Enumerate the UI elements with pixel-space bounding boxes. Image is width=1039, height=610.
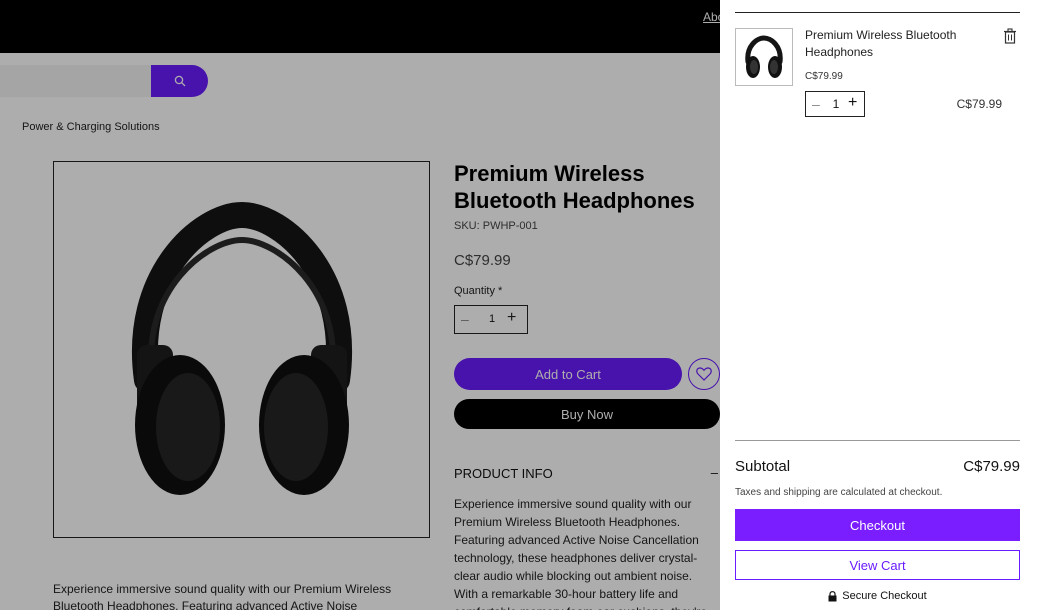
headphones-thumbnail — [745, 35, 783, 78]
subtotal-value: C$79.99 — [963, 458, 1020, 475]
cart-item-unit-price: C$79.99 — [805, 71, 843, 82]
divider — [735, 12, 1020, 13]
dim-overlay[interactable] — [0, 0, 720, 610]
subtotal-label: Subtotal — [735, 458, 791, 475]
lock-icon — [828, 590, 837, 601]
cart-item-name[interactable]: Premium Wireless Bluetooth Headphones — [805, 27, 985, 61]
cart-quantity-stepper[interactable]: – 1 + — [805, 91, 865, 117]
page: Abo Power & Charging Solutions Premium W… — [0, 0, 1039, 610]
trash-icon[interactable] — [1003, 28, 1017, 44]
cart-item-total: C$79.99 — [956, 97, 1002, 111]
secure-checkout: Secure Checkout — [735, 590, 1020, 602]
view-cart-button[interactable]: View Cart — [735, 550, 1020, 580]
checkout-button[interactable]: Checkout — [735, 509, 1020, 541]
tax-note: Taxes and shipping are calculated at che… — [735, 487, 943, 498]
cart-item-image[interactable] — [735, 28, 793, 86]
cart-panel: Premium Wireless Bluetooth Headphones C$… — [720, 0, 1039, 610]
plus-icon[interactable]: + — [848, 94, 857, 112]
secure-checkout-label: Secure Checkout — [842, 590, 927, 602]
divider — [735, 440, 1020, 441]
